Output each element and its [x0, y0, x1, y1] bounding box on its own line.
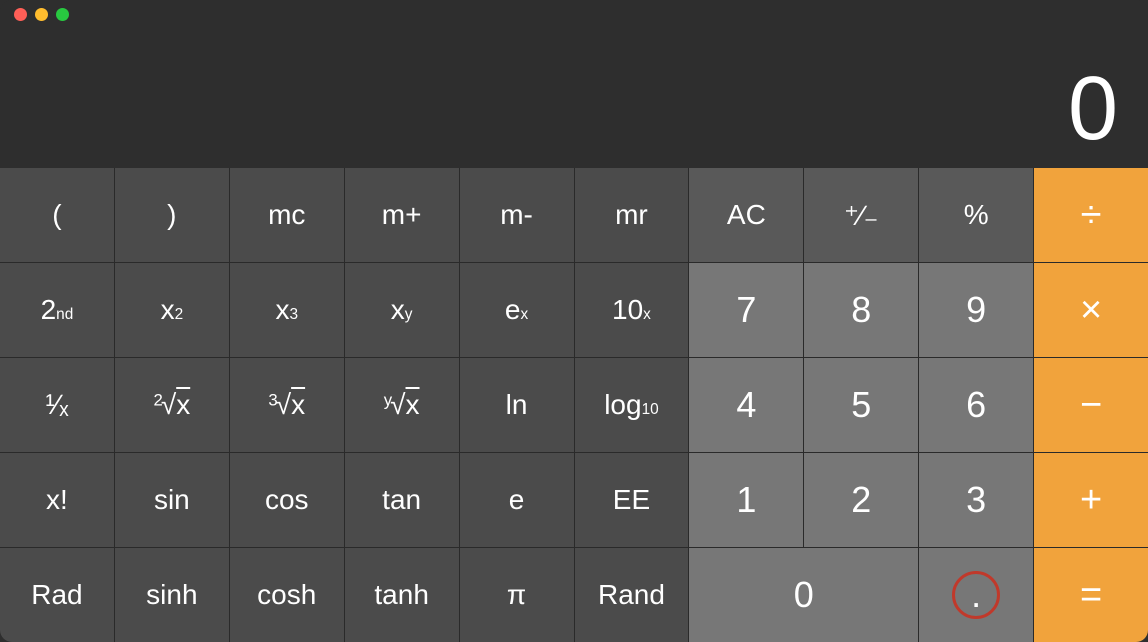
paren-close-button[interactable]: ) [115, 168, 229, 262]
plus-minus-button[interactable]: ⁺∕₋ [804, 168, 918, 262]
memory-clear-button[interactable]: mc [230, 168, 344, 262]
x-cubed-button[interactable]: x3 [230, 263, 344, 357]
divide-button[interactable]: ÷ [1034, 168, 1148, 262]
x-squared-button[interactable]: x2 [115, 263, 229, 357]
square-root-button[interactable]: 2√x [115, 358, 229, 452]
digit-8-button[interactable]: 8 [804, 263, 918, 357]
e-power-x-button[interactable]: ex [460, 263, 574, 357]
memory-minus-button[interactable]: m- [460, 168, 574, 262]
x-power-y-button[interactable]: xy [345, 263, 459, 357]
paren-open-button[interactable]: ( [0, 168, 114, 262]
cos-button[interactable]: cos [230, 453, 344, 547]
digit-0-button[interactable]: 0 [689, 548, 918, 642]
all-clear-button[interactable]: AC [689, 168, 803, 262]
digit-7-button[interactable]: 7 [689, 263, 803, 357]
display-value: 0 [1068, 64, 1118, 154]
minus-button[interactable]: − [1034, 358, 1148, 452]
tanh-button[interactable]: tanh [345, 548, 459, 642]
multiply-button[interactable]: × [1034, 263, 1148, 357]
memory-recall-button[interactable]: mr [575, 168, 689, 262]
window-zoom-button[interactable] [56, 8, 69, 21]
ee-button[interactable]: EE [575, 453, 689, 547]
rand-button[interactable]: Rand [575, 548, 689, 642]
calculator-window: 0 ( ) mc m+ m- mr AC ⁺∕₋ % ÷ 2nd x2 x3 x… [0, 0, 1148, 642]
cosh-button[interactable]: cosh [230, 548, 344, 642]
digit-9-button[interactable]: 9 [919, 263, 1033, 357]
sinh-button[interactable]: sinh [115, 548, 229, 642]
factorial-button[interactable]: x! [0, 453, 114, 547]
tan-button[interactable]: tan [345, 453, 459, 547]
digit-6-button[interactable]: 6 [919, 358, 1033, 452]
pi-button[interactable]: π [460, 548, 574, 642]
plus-button[interactable]: + [1034, 453, 1148, 547]
digit-5-button[interactable]: 5 [804, 358, 918, 452]
memory-plus-button[interactable]: m+ [345, 168, 459, 262]
ten-power-x-button[interactable]: 10x [575, 263, 689, 357]
reciprocal-button[interactable]: ¹∕ₓ [0, 358, 114, 452]
rad-deg-button[interactable]: Rad [0, 548, 114, 642]
natural-log-button[interactable]: ln [460, 358, 574, 452]
equals-button[interactable]: = [1034, 548, 1148, 642]
digit-4-button[interactable]: 4 [689, 358, 803, 452]
second-function-button[interactable]: 2nd [0, 263, 114, 357]
sin-button[interactable]: sin [115, 453, 229, 547]
window-close-button[interactable] [14, 8, 27, 21]
y-root-button[interactable]: y√x [345, 358, 459, 452]
decimal-point-button[interactable]: . [919, 548, 1033, 642]
digit-3-button[interactable]: 3 [919, 453, 1033, 547]
title-bar [0, 0, 1148, 28]
digit-1-button[interactable]: 1 [689, 453, 803, 547]
window-minimize-button[interactable] [35, 8, 48, 21]
digit-2-button[interactable]: 2 [804, 453, 918, 547]
log-base-10-button[interactable]: log10 [575, 358, 689, 452]
percent-button[interactable]: % [919, 168, 1033, 262]
cube-root-button[interactable]: 3√x [230, 358, 344, 452]
e-constant-button[interactable]: e [460, 453, 574, 547]
keypad: ( ) mc m+ m- mr AC ⁺∕₋ % ÷ 2nd x2 x3 xy … [0, 168, 1148, 642]
result-display: 0 [0, 28, 1148, 168]
